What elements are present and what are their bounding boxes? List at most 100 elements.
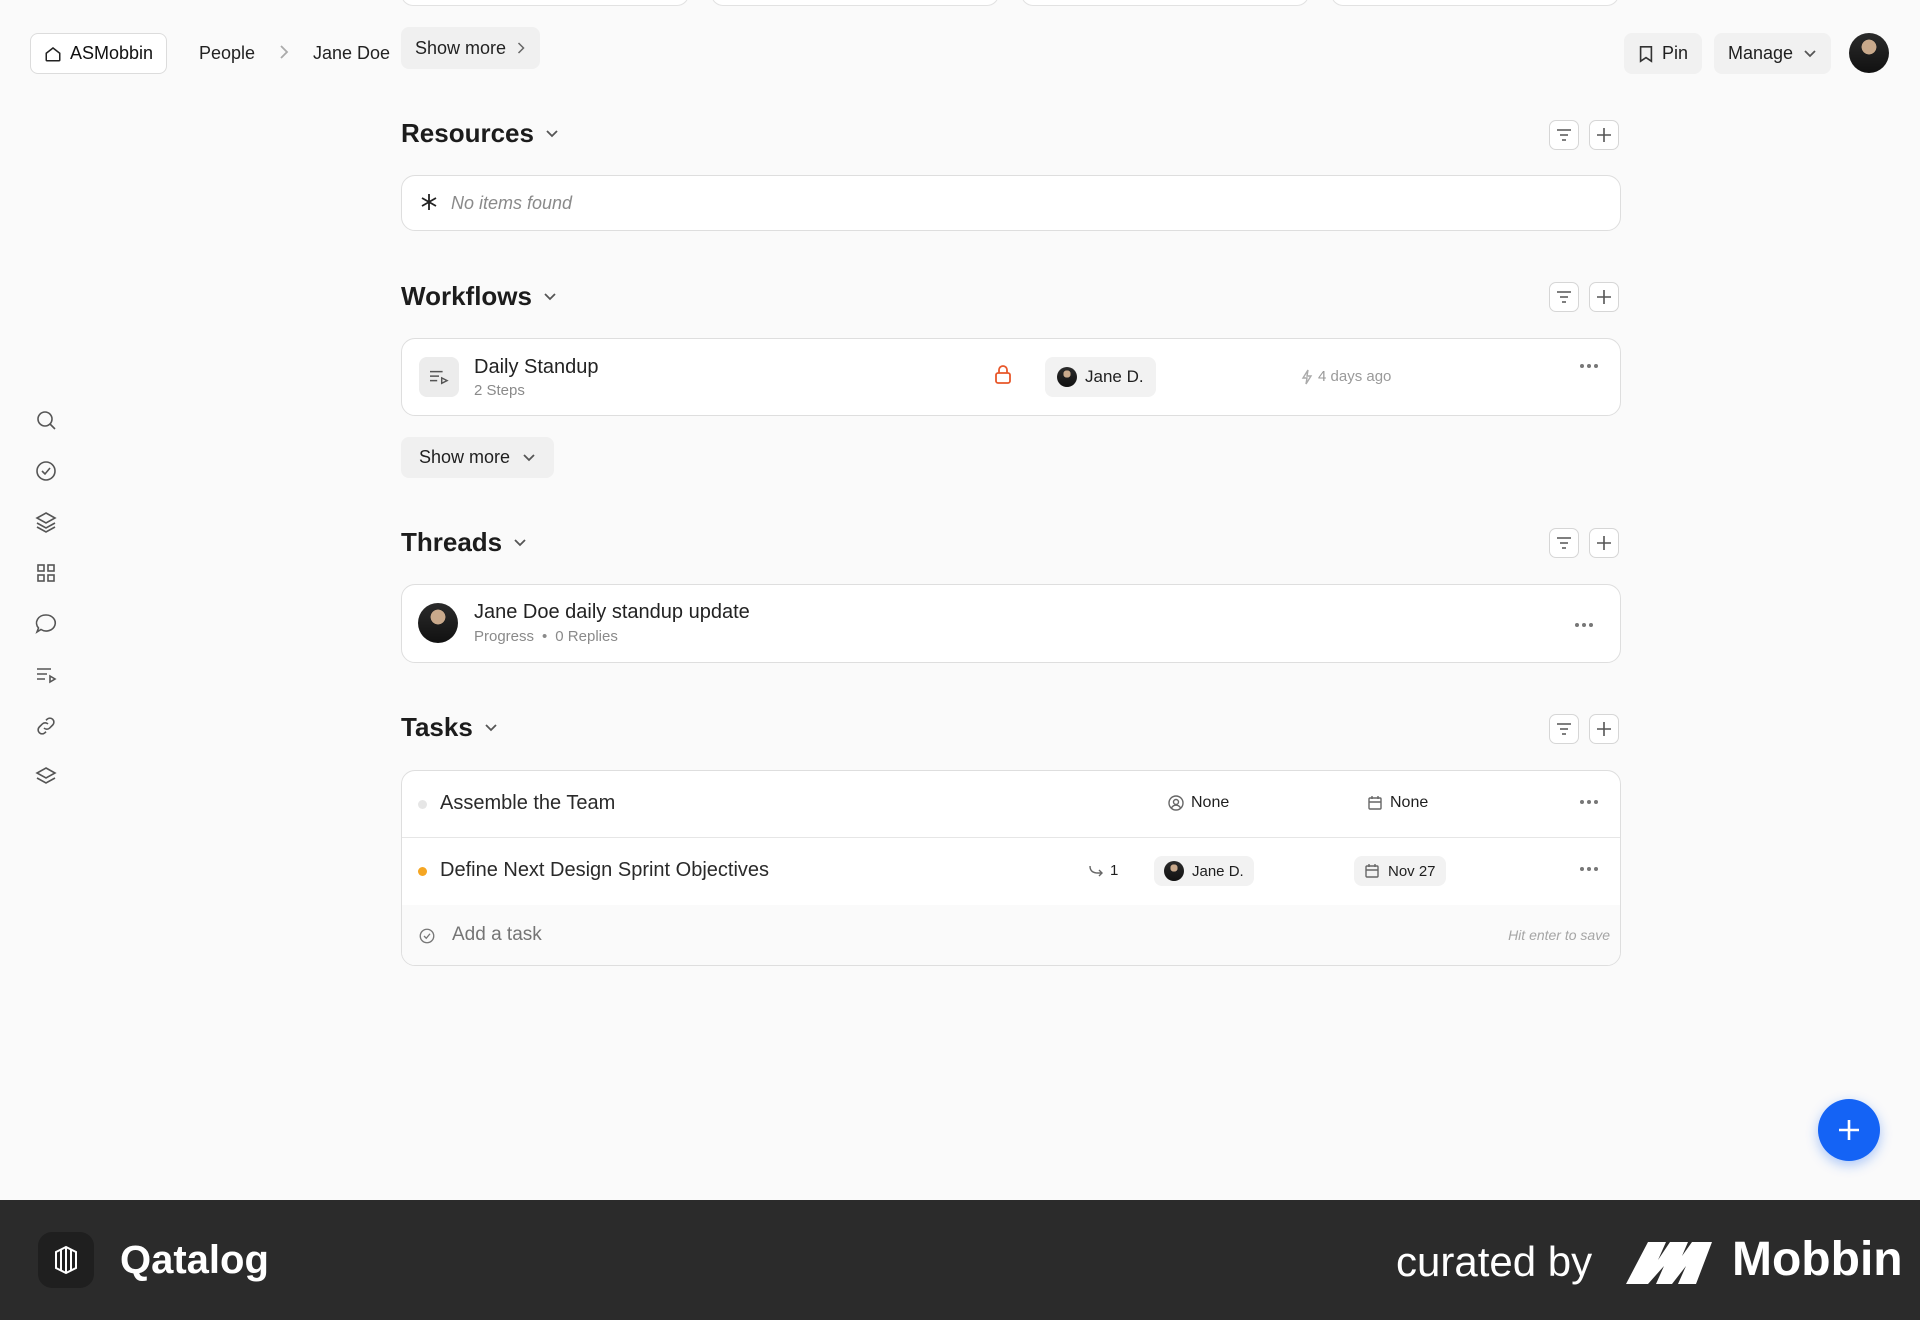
- plus-icon[interactable]: [1589, 714, 1619, 744]
- subtask-number: 1: [1110, 862, 1119, 879]
- plus-icon[interactable]: [1589, 120, 1619, 150]
- workflows-actions: [1549, 282, 1619, 312]
- section-title: Threads: [401, 527, 503, 557]
- layers-icon[interactable]: [34, 510, 58, 534]
- mobbin-brand: Mobbin: [1732, 1233, 1903, 1286]
- task-name[interactable]: Define Next Design Sprint Objectives: [440, 859, 769, 882]
- chat-bubble-icon[interactable]: [34, 612, 58, 636]
- breadcrumb-show-more-button[interactable]: Show more: [401, 27, 541, 69]
- more-options-icon[interactable]: [1579, 866, 1599, 872]
- section-title: Tasks: [401, 712, 473, 742]
- search-icon[interactable]: [34, 408, 58, 432]
- calendar-icon: [1367, 795, 1383, 811]
- task-status-dot[interactable]: [418, 867, 427, 876]
- chevron-down-icon: [544, 129, 560, 139]
- updated-time: 4 days ago: [1318, 368, 1392, 385]
- manage-dropdown[interactable]: Manage: [1714, 33, 1832, 74]
- pin-label: Pin: [1662, 43, 1689, 63]
- show-more-label: Show more: [419, 447, 511, 467]
- qatalog-logo: [38, 1232, 94, 1288]
- meta-separator: •: [542, 628, 548, 645]
- add-task-input[interactable]: [452, 919, 1352, 951]
- manage-label: Manage: [1728, 43, 1794, 63]
- mobbin-logo-icon: [1626, 1238, 1718, 1284]
- user-circle-icon: [1168, 795, 1184, 811]
- filter-icon[interactable]: [1549, 528, 1579, 558]
- subtask-count[interactable]: 1: [1088, 862, 1118, 879]
- bookmark-icon: [1638, 45, 1654, 63]
- workflow-icon[interactable]: [34, 663, 58, 687]
- resources-empty-card: No items found: [401, 175, 1621, 231]
- workflows-section-header[interactable]: Workflows: [401, 281, 558, 312]
- task-due-date[interactable]: None: [1367, 794, 1428, 812]
- plus-icon[interactable]: [1589, 282, 1619, 312]
- plus-icon: [1835, 1116, 1863, 1144]
- curated-by-text: curated by: [1396, 1238, 1593, 1285]
- more-options-icon[interactable]: [1579, 799, 1599, 805]
- task-due-date-chip[interactable]: Nov 27: [1354, 856, 1446, 886]
- check-circle-icon: [418, 927, 436, 945]
- tasks-actions: [1549, 714, 1619, 744]
- section-title: Workflows: [401, 281, 532, 311]
- task-name[interactable]: Assemble the Team: [440, 792, 615, 815]
- filter-icon[interactable]: [1549, 120, 1579, 150]
- card-edge: [401, 0, 689, 6]
- app-name: Qatalog: [120, 1238, 269, 1282]
- workflow-assignee-chip[interactable]: Jane D.: [1045, 357, 1156, 397]
- card-edge: [711, 0, 999, 6]
- filter-icon[interactable]: [1549, 714, 1579, 744]
- subtask-arrow-icon: [1088, 864, 1104, 878]
- chevron-down-icon: [512, 538, 528, 548]
- task-assignee[interactable]: None: [1168, 794, 1229, 812]
- tasks-section-header[interactable]: Tasks: [401, 712, 499, 743]
- task-row[interactable]: Define Next Design Sprint Objectives 1 J…: [402, 838, 1620, 905]
- app-window: ASMobbin People Jane Doe Show more Pin M…: [0, 0, 1920, 1200]
- workflow-name[interactable]: Daily Standup: [474, 356, 599, 379]
- lightning-icon: [1301, 369, 1313, 385]
- assignee-name: None: [1191, 794, 1230, 811]
- workflow-icon: [419, 357, 459, 397]
- empty-state-text: No items found: [451, 193, 573, 213]
- add-task-row[interactable]: Hit enter to save: [402, 905, 1620, 965]
- lock-icon: [994, 365, 1012, 385]
- assignee-name: Jane D.: [1085, 367, 1144, 386]
- assignee-avatar: [1057, 367, 1077, 387]
- more-options-icon[interactable]: [1579, 363, 1599, 369]
- more-options-icon[interactable]: [1574, 622, 1594, 628]
- filter-icon[interactable]: [1549, 282, 1579, 312]
- tasks-card: Assemble the Team None None Define Next …: [401, 770, 1621, 966]
- stack-icon[interactable]: [34, 765, 58, 789]
- user-avatar[interactable]: [1849, 33, 1889, 73]
- link-icon[interactable]: [34, 714, 58, 738]
- chevron-down-icon: [522, 453, 536, 463]
- breadcrumb-person[interactable]: Jane Doe: [313, 43, 390, 64]
- threads-section-header[interactable]: Threads: [401, 527, 528, 558]
- workflow-card[interactable]: Daily Standup 2 Steps Jane D. 4 days ago: [401, 338, 1621, 416]
- due-date: None: [1390, 794, 1429, 811]
- thread-title[interactable]: Jane Doe daily standup update: [474, 601, 750, 624]
- resources-section-header[interactable]: Resources: [401, 118, 560, 149]
- workspace-home-button[interactable]: ASMobbin: [30, 33, 168, 74]
- thread-author-avatar: [418, 603, 458, 643]
- check-circle-icon[interactable]: [34, 459, 58, 483]
- home-icon: [44, 45, 62, 63]
- floating-add-button[interactable]: [1818, 1099, 1880, 1161]
- task-row[interactable]: Assemble the Team None None: [402, 771, 1620, 838]
- thread-card[interactable]: Jane Doe daily standup update Progress •…: [401, 584, 1621, 663]
- chevron-down-icon: [483, 723, 499, 733]
- task-status-dot[interactable]: [418, 800, 427, 809]
- pin-button[interactable]: Pin: [1624, 33, 1703, 74]
- task-assignee-chip[interactable]: Jane D.: [1154, 856, 1254, 886]
- plus-icon[interactable]: [1589, 528, 1619, 558]
- grid-icon[interactable]: [34, 561, 58, 585]
- add-task-hint: Hit enter to save: [1508, 927, 1610, 943]
- breadcrumb-people[interactable]: People: [199, 43, 255, 64]
- workflow-steps: 2 Steps: [474, 382, 525, 399]
- card-edge: [1331, 0, 1619, 6]
- thread-replies: 0 Replies: [555, 628, 618, 645]
- chevron-right-icon: [516, 41, 526, 55]
- calendar-icon: [1364, 863, 1380, 879]
- card-edge: [1021, 0, 1309, 6]
- workflows-show-more-button[interactable]: Show more: [401, 437, 555, 478]
- chevron-right-icon: [278, 44, 290, 60]
